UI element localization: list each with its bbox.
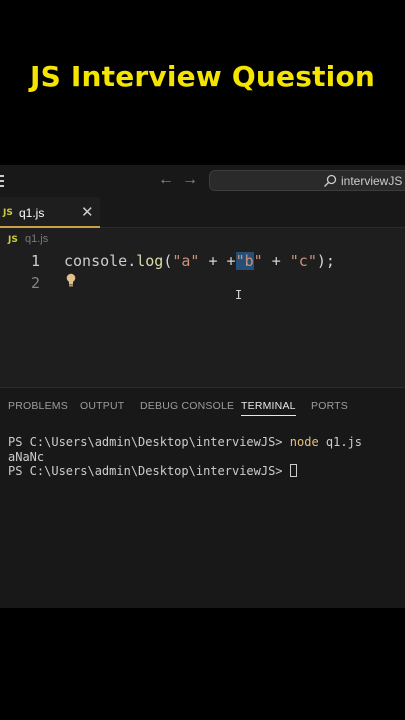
token-dot: . [127, 252, 137, 270]
token-string-a: "a" [172, 252, 200, 270]
terminal-command-args: q1.js [318, 435, 363, 449]
terminal-prompt: PS C:\Users\admin\Desktop\interviewJS> [8, 435, 290, 449]
terminal-output[interactable]: PS C:\Users\admin\Desktop\interviewJS> n… [8, 435, 362, 479]
code-editor[interactable]: 1 console.log("a" + +"b" + "c"); 2 [0, 249, 405, 293]
terminal-cursor [289, 464, 297, 478]
menu-icon[interactable] [0, 175, 4, 187]
forward-arrow-icon[interactable]: → [182, 171, 198, 189]
vscode-window: ← → interviewJS JS q1.js ✕ JS q1.js 1 co… [0, 165, 405, 608]
video-title: JS Interview Question [29, 60, 376, 93]
terminal-prompt: PS C:\Users\admin\Desktop\interviewJS> [8, 464, 290, 479]
title-bar: ← → interviewJS [0, 165, 405, 197]
lightbulb-icon[interactable] [66, 273, 76, 288]
close-icon[interactable]: ✕ [81, 203, 94, 221]
token-plus-unary: + + [199, 252, 236, 270]
token-quote-open: " [235, 252, 245, 270]
token-quote-close: " [253, 252, 263, 270]
tab-terminal[interactable]: TERMINAL [241, 400, 296, 416]
line-number: 2 [30, 274, 40, 292]
tab-debug-console[interactable]: DEBUG CONSOLE [140, 400, 234, 412]
search-icon [324, 174, 337, 187]
breadcrumb-file[interactable]: q1.js [25, 233, 48, 245]
code-line[interactable]: 1 console.log("a" + +"b" + "c"); [0, 249, 405, 271]
bottom-panel: PROBLEMS OUTPUT DEBUG CONSOLE TERMINAL P… [0, 387, 405, 608]
code-text[interactable]: console.log("a" + +"b" + "c"); [64, 252, 335, 270]
tab-label: q1.js [19, 206, 45, 220]
code-line[interactable]: 2 [0, 271, 405, 293]
token-string-b: b [244, 252, 254, 270]
line-number: 1 [30, 252, 40, 270]
token-console: console [64, 252, 128, 270]
tab-problems[interactable]: PROBLEMS [8, 400, 68, 412]
tab-ports[interactable]: PORTS [311, 400, 348, 412]
tab-bar: JS q1.js ✕ [0, 197, 405, 228]
terminal-command: node [289, 435, 319, 449]
tab-q1-js[interactable]: JS q1.js ✕ [0, 197, 100, 228]
terminal-result: aNaNc [8, 449, 45, 464]
back-arrow-icon[interactable]: ← [158, 171, 174, 189]
js-file-icon: JS [3, 208, 13, 218]
search-label: interviewJS [341, 174, 403, 188]
command-center-search[interactable]: interviewJS [209, 170, 405, 191]
text-cursor-icon: I [235, 288, 243, 302]
js-file-icon: JS [8, 235, 18, 245]
token-close-paren: ); [316, 252, 335, 270]
token-log: log [136, 252, 164, 270]
token-string-c: "c" [289, 252, 317, 270]
tab-output[interactable]: OUTPUT [80, 400, 124, 412]
token-plus: + [262, 252, 290, 270]
